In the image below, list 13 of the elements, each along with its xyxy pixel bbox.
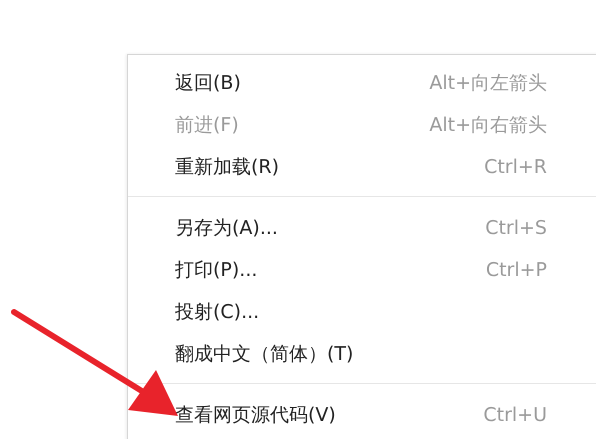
shortcut-text: Alt+向右箭头: [429, 113, 547, 138]
menu-item[interactable]: 另存为(A)...: [175, 215, 278, 241]
menu-item[interactable]: 打印(P)...: [175, 257, 258, 283]
menu-item[interactable]: 投射(C)...: [175, 299, 260, 325]
shortcut-text: Ctrl+P: [486, 259, 547, 281]
shortcut-text: Alt+向左箭头: [429, 71, 547, 96]
shortcut-text: Ctrl+U: [483, 404, 547, 426]
shortcut-text: Ctrl+R: [484, 156, 547, 178]
menu-item[interactable]: 翻成中文（简体）(T): [175, 341, 354, 367]
shortcut-text: Ctrl+S: [485, 217, 547, 239]
menu-item[interactable]: 重新加载(R): [175, 154, 280, 180]
menu-item[interactable]: 返回(B): [175, 70, 241, 96]
menu-item[interactable]: 查看网页源代码(V): [175, 402, 336, 428]
